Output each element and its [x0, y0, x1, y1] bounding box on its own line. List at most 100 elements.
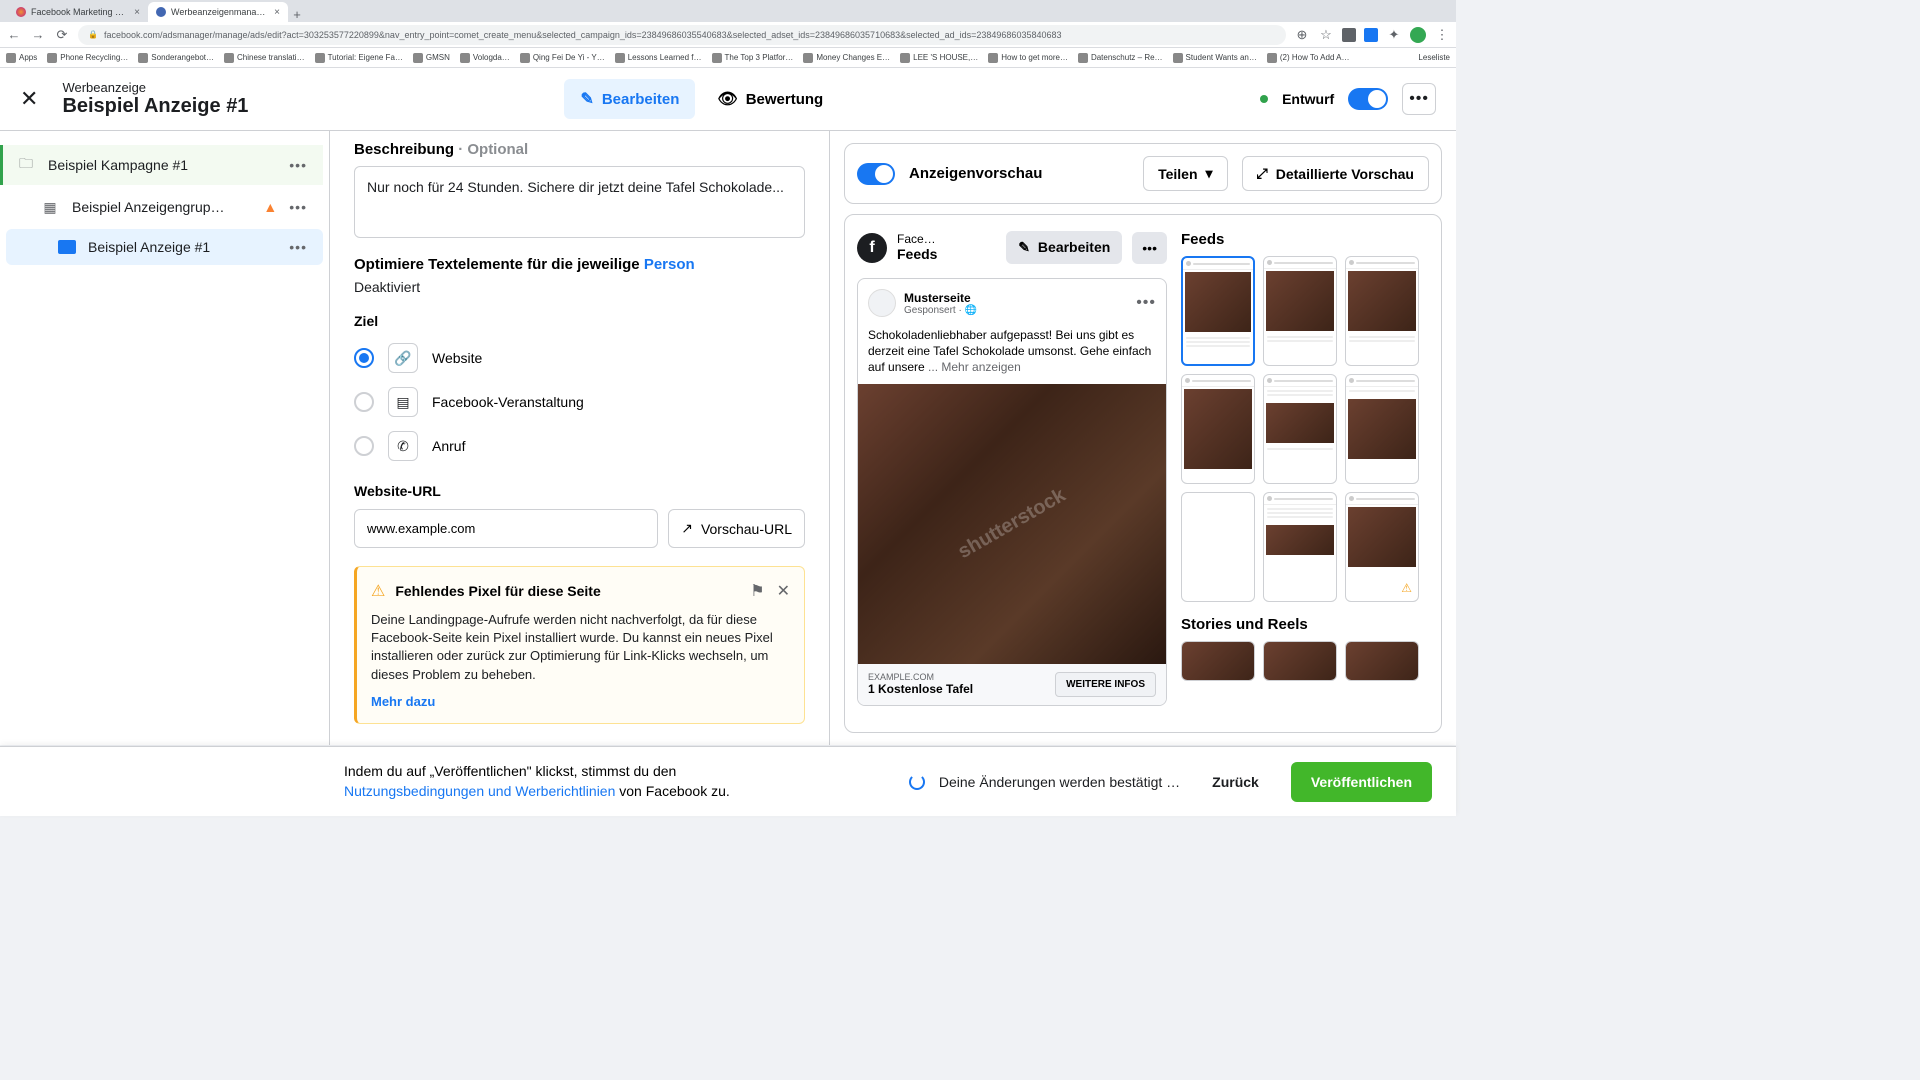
bookmark-item[interactable]: Datenschutz – Re… — [1078, 53, 1163, 63]
preview-toggle[interactable] — [857, 163, 895, 185]
warning-icon: ⚠ — [1401, 581, 1412, 595]
status-dot — [1260, 95, 1268, 103]
url-bar[interactable]: 🔒 facebook.com/adsmanager/manage/ads/edi… — [78, 25, 1286, 45]
placement-thumb[interactable] — [1263, 641, 1337, 681]
placement-thumb[interactable] — [1181, 492, 1255, 602]
back-button[interactable]: Zurück — [1194, 764, 1277, 800]
folder-icon: 🗀 — [16, 155, 36, 175]
ad-icon — [58, 240, 76, 254]
bookmark-item[interactable]: The Top 3 Platfor… — [712, 53, 794, 63]
browser-tab[interactable]: Facebook Marketing & Werbe… × — [8, 2, 148, 22]
extensions-icon[interactable]: ✦ — [1386, 27, 1402, 43]
back-icon[interactable]: ← — [6, 27, 22, 42]
forward-icon[interactable]: → — [30, 27, 46, 42]
placement-thumb[interactable] — [1345, 641, 1419, 681]
menu-icon[interactable]: ⋮ — [1434, 27, 1450, 43]
close-icon[interactable]: ✕ — [777, 581, 790, 601]
profile-avatar[interactable] — [1410, 27, 1426, 43]
bookmark-item[interactable]: Tutorial: Eigene Fa… — [315, 53, 403, 63]
sidebar-item-campaign[interactable]: 🗀 Beispiel Kampagne #1 ••• — [0, 145, 323, 185]
website-url-input[interactable] — [354, 509, 658, 548]
bookmark-item[interactable]: Lessons Learned f… — [615, 53, 702, 63]
globe-icon: 🌐 — [965, 305, 977, 316]
bookmark-item[interactable]: Phone Recycling… — [47, 53, 128, 63]
destination-option-website[interactable]: 🔗 Website — [354, 343, 805, 373]
description-input[interactable]: Nur noch für 24 Stunden. Sichere dir jet… — [354, 166, 805, 238]
share-button[interactable]: Teilen▾ — [1143, 156, 1227, 191]
preview-url-button[interactable]: ↗ Vorschau-URL — [668, 509, 805, 548]
publish-footer: Indem du auf „Veröffentlichen" klickst, … — [0, 746, 1456, 816]
bookmark-item[interactable]: Chinese translati… — [224, 53, 305, 63]
close-button[interactable]: ✕ — [20, 86, 38, 112]
bookmark-item[interactable]: Sonderangebot… — [138, 53, 214, 63]
url-label: Website-URL — [354, 483, 805, 499]
placement-thumb[interactable] — [1181, 374, 1255, 484]
zoom-icon[interactable]: ⊕ — [1294, 27, 1310, 43]
bookmark-item[interactable]: GMSN — [413, 53, 450, 63]
bookmark-item[interactable]: Apps — [6, 53, 37, 63]
pixel-warning: ⚠ Fehlendes Pixel für diese Seite ⚑ ✕ De… — [354, 566, 805, 724]
extension-icon[interactable] — [1342, 28, 1356, 42]
bookmark-item[interactable]: Vologda… — [460, 53, 510, 63]
placement-more-button[interactable]: ••• — [1132, 232, 1167, 264]
close-icon[interactable]: × — [134, 7, 140, 18]
see-more-link[interactable]: ... Mehr anzeigen — [928, 360, 1021, 374]
stories-section-title: Stories und Reels — [1181, 616, 1429, 633]
bookmark-item[interactable]: How to get more… — [988, 53, 1068, 63]
bookmark-item[interactable]: Student Wants an… — [1173, 53, 1257, 63]
placement-thumb[interactable] — [1181, 641, 1255, 681]
report-icon[interactable]: ⚑ — [750, 581, 764, 601]
placement-thumb[interactable] — [1263, 492, 1337, 602]
bookmark-item[interactable]: Leseliste — [1418, 53, 1450, 62]
link-icon: 🔗 — [388, 343, 418, 373]
more-menu[interactable]: ••• — [1402, 83, 1436, 115]
new-tab-button[interactable]: + — [288, 7, 306, 22]
placement-thumb[interactable] — [1263, 374, 1337, 484]
radio-input[interactable] — [354, 436, 374, 456]
favicon-icon — [156, 7, 166, 17]
placement-thumb[interactable] — [1345, 256, 1419, 366]
close-icon[interactable]: × — [274, 7, 280, 18]
more-icon[interactable]: ••• — [289, 239, 307, 255]
placement-thumb[interactable] — [1345, 374, 1419, 484]
phone-icon: ✆ — [388, 431, 418, 461]
destination-option-call[interactable]: ✆ Anruf — [354, 431, 805, 461]
radio-input[interactable] — [354, 392, 374, 412]
form-panel: Beschreibung · Optional Nur noch für 24 … — [330, 131, 830, 745]
preview-title: Anzeigenvorschau — [909, 165, 1129, 182]
placement-thumb[interactable] — [1181, 256, 1255, 366]
browser-tab[interactable]: Werbeanzeigenmanager - We… × — [148, 2, 288, 22]
detailed-preview-button[interactable]: ⤢Detaillierte Vorschau — [1242, 156, 1429, 191]
tab-review[interactable]: 👁 Bewertung — [701, 79, 839, 119]
tab-edit[interactable]: ✎ Bearbeiten — [564, 79, 695, 119]
bookmark-item[interactable]: (2) How To Add A… — [1267, 53, 1350, 63]
bookmark-item[interactable]: Qing Fei De Yi - Y… — [520, 53, 605, 63]
active-toggle[interactable] — [1348, 88, 1388, 110]
sidebar-item-ad[interactable]: Beispiel Anzeige #1 ••• — [6, 229, 323, 265]
more-icon[interactable]: ••• — [289, 157, 307, 173]
reload-icon[interactable]: ⟳ — [54, 27, 70, 43]
extension-icon[interactable] — [1364, 28, 1378, 42]
bookmark-item[interactable]: Money Changes E… — [803, 53, 890, 63]
translate-icon[interactable]: ☆ — [1318, 27, 1334, 43]
optimize-text-label: Optimiere Textelemente für die jeweilige… — [354, 256, 805, 273]
learn-more-link[interactable]: Mehr dazu — [371, 694, 790, 709]
radio-input[interactable] — [354, 348, 374, 368]
cta-button[interactable]: WEITERE INFOS — [1055, 672, 1156, 697]
more-icon[interactable]: ••• — [289, 199, 307, 215]
placement-thumb[interactable]: ⚠ — [1345, 492, 1419, 602]
ad-menu-icon[interactable]: ••• — [1136, 294, 1156, 312]
placement-thumb[interactable] — [1263, 256, 1337, 366]
expand-icon: ⤢ — [1257, 165, 1268, 182]
preview-panel: Anzeigenvorschau Teilen▾ ⤢Detaillierte V… — [830, 131, 1456, 745]
destination-option-event[interactable]: ▤ Facebook-Veranstaltung — [354, 387, 805, 417]
publish-button[interactable]: Veröffentlichen — [1291, 762, 1432, 802]
edit-placement-button[interactable]: ✎Bearbeiten — [1006, 231, 1122, 264]
external-link-icon: ↗ — [681, 520, 693, 537]
campaign-tree: 🗀 Beispiel Kampagne #1 ••• ▦ Beispiel An… — [0, 131, 330, 745]
bookmark-item[interactable]: LEE 'S HOUSE,… — [900, 53, 978, 63]
terms-link[interactable]: Nutzungsbedingungen und Werberichtlinien — [344, 783, 615, 799]
person-link[interactable]: Person — [644, 256, 695, 273]
app-header: ✕ Werbeanzeige Beispiel Anzeige #1 ✎ Bea… — [0, 68, 1456, 131]
sidebar-item-adset[interactable]: ▦ Beispiel Anzeigengrup… ▲ ••• — [6, 187, 323, 227]
